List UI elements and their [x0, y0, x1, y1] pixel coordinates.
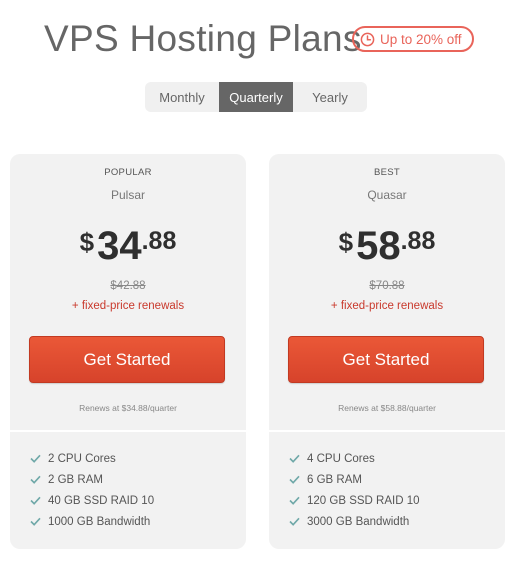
plan-card-pulsar: POPULAR Pulsar $34.88 $42.88 + fixed-pri… [10, 154, 246, 549]
feature-item: 2 GB RAM [30, 469, 154, 490]
feature-item: 2 CPU Cores [30, 448, 154, 469]
renews-text: Renews at $34.88/quarter [79, 403, 177, 413]
check-icon [30, 517, 41, 526]
price-whole: 34 [97, 224, 142, 268]
plan-tag: POPULAR [104, 167, 152, 178]
discount-badge: Up to 20% off [352, 26, 474, 52]
renews-text: Renews at $58.88/quarter [338, 403, 436, 413]
plan-name: Quasar [367, 188, 407, 202]
toggle-quarterly[interactable]: Quarterly [219, 82, 293, 112]
feature-item: 120 GB SSD RAID 10 [289, 490, 420, 511]
check-icon [30, 475, 41, 484]
header: VPS Hosting Plans Up to 20% off [0, 16, 515, 62]
check-icon [30, 496, 41, 505]
feature-label: 1000 GB Bandwidth [48, 515, 151, 528]
plan-card-quasar: BEST Quasar $58.88 $70.88 + fixed-price … [269, 154, 505, 549]
page-title: VPS Hosting Plans [44, 18, 362, 59]
price-currency: $ [79, 227, 95, 257]
divider [269, 430, 505, 432]
billing-period-toggle: Monthly Quarterly Yearly [145, 82, 367, 112]
feature-label: 2 CPU Cores [48, 452, 116, 465]
get-started-button[interactable]: Get Started [288, 336, 484, 383]
discount-badge-label: Up to 20% off [380, 31, 462, 47]
feature-item: 40 GB SSD RAID 10 [30, 490, 154, 511]
check-icon [289, 517, 300, 526]
divider [10, 430, 246, 432]
old-price: $42.88 [110, 280, 146, 292]
feature-list: 2 CPU Cores 2 GB RAM 40 GB SSD RAID 10 1… [30, 448, 154, 532]
feature-label: 4 CPU Cores [307, 452, 375, 465]
check-icon [289, 454, 300, 463]
price-cents: .88 [141, 227, 177, 255]
toggle-yearly[interactable]: Yearly [293, 82, 367, 112]
price-whole: 58 [356, 224, 401, 268]
renewal-note: + fixed-price renewals [71, 300, 185, 312]
feature-item: 6 GB RAM [289, 469, 420, 490]
feature-item: 4 CPU Cores [289, 448, 420, 469]
price-currency: $ [338, 227, 354, 257]
toggle-monthly[interactable]: Monthly [145, 82, 219, 112]
clock-icon [360, 32, 375, 46]
plan-price: $58.88 [269, 224, 505, 269]
feature-label: 120 GB SSD RAID 10 [307, 494, 420, 507]
feature-label: 40 GB SSD RAID 10 [48, 494, 155, 507]
price-cents: .88 [400, 227, 436, 255]
get-started-button[interactable]: Get Started [29, 336, 225, 383]
feature-item: 1000 GB Bandwidth [30, 511, 154, 532]
old-price: $70.88 [369, 280, 405, 292]
feature-label: 2 GB RAM [48, 473, 103, 486]
check-icon [289, 475, 300, 484]
check-icon [30, 454, 41, 463]
plan-name: Pulsar [110, 188, 145, 202]
plan-tag: BEST [373, 167, 400, 178]
check-icon [289, 496, 300, 505]
renewal-note: + fixed-price renewals [330, 300, 444, 312]
feature-item: 3000 GB Bandwidth [289, 511, 420, 532]
feature-list: 4 CPU Cores 6 GB RAM 120 GB SSD RAID 10 … [289, 448, 420, 532]
plan-price: $34.88 [10, 224, 246, 269]
feature-label: 6 GB RAM [307, 473, 362, 486]
feature-label: 3000 GB Bandwidth [307, 515, 410, 528]
